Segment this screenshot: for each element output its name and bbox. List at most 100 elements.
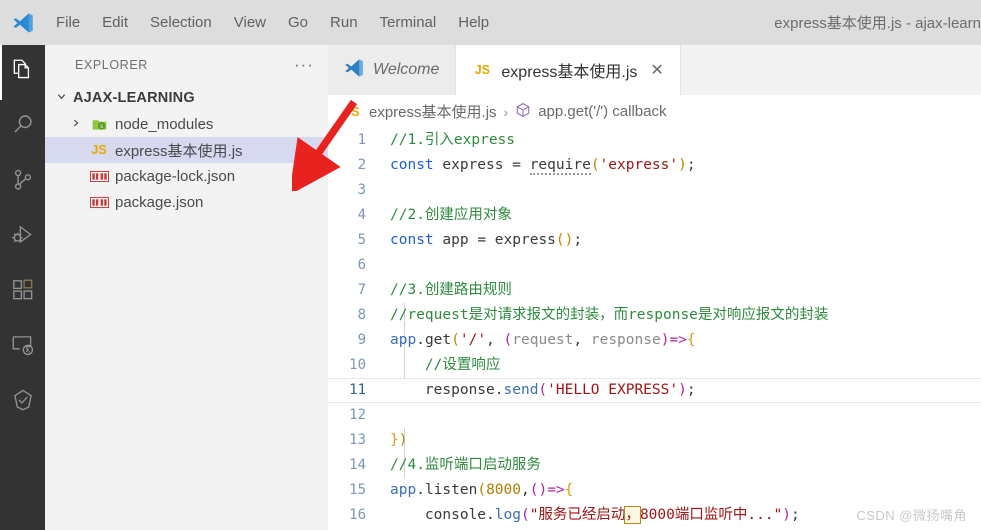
code-line-text: }) bbox=[376, 428, 407, 453]
code-token: const bbox=[390, 232, 434, 248]
code-token: //4.监听端口启动服务 bbox=[390, 457, 541, 473]
source-control-icon bbox=[10, 167, 36, 198]
code-token: => bbox=[547, 482, 565, 498]
code-token: get bbox=[424, 332, 452, 348]
tab-label: express基本使用.js bbox=[501, 64, 638, 81]
code-line-text: //4.监听端口启动服务 bbox=[376, 453, 541, 478]
tree-item-label: express基本使用.js bbox=[115, 142, 243, 160]
code-line-text: //3.创建路由规则 bbox=[376, 278, 512, 303]
code-line[interactable]: 14 //4.监听端口启动服务 bbox=[328, 453, 981, 478]
code-token: 'HELLO EXPRESS' bbox=[547, 382, 679, 398]
code-line[interactable]: 3 bbox=[328, 178, 981, 203]
activity-bar bbox=[0, 45, 45, 530]
code-token: . bbox=[486, 507, 495, 523]
code-token: listen bbox=[424, 482, 478, 498]
activity-item-search[interactable] bbox=[0, 100, 45, 155]
line-number: 13 bbox=[349, 432, 366, 448]
activity-item-explorer[interactable] bbox=[0, 45, 45, 100]
breadcrumb-file[interactable]: express基本使用.js bbox=[369, 101, 497, 122]
svg-text:S: S bbox=[100, 124, 103, 130]
line-number: 9 bbox=[357, 332, 366, 348]
menu-item-view[interactable]: View bbox=[223, 11, 277, 34]
menu-item-edit[interactable]: Edit bbox=[91, 11, 139, 34]
menu-item-selection[interactable]: Selection bbox=[139, 11, 223, 34]
activity-item-source-control[interactable] bbox=[0, 155, 45, 210]
code-token: '/' bbox=[459, 332, 487, 348]
code-token: ) bbox=[782, 507, 792, 523]
menu-item-help[interactable]: Help bbox=[447, 11, 500, 34]
menu-item-run[interactable]: Run bbox=[319, 11, 369, 34]
code-line[interactable]: 2 const express = require('express'); bbox=[328, 153, 981, 178]
code-line[interactable]: 10 //设置响应 bbox=[328, 353, 981, 378]
code-line-text: app.get('/', (request, response)=>{ bbox=[376, 328, 696, 353]
code-line-text: //1.引入express bbox=[376, 128, 515, 153]
menu-item-terminal[interactable]: Terminal bbox=[369, 11, 448, 34]
code-token: const bbox=[390, 157, 434, 173]
window-title: express基本使用.js - ajax-learn bbox=[774, 15, 981, 32]
activity-item-testing[interactable] bbox=[0, 375, 45, 430]
breadcrumb-symbol[interactable]: app.get('/') callback bbox=[538, 103, 666, 120]
code-line[interactable]: 7 //3.创建路由规则 bbox=[328, 278, 981, 303]
code-token: ( bbox=[503, 332, 513, 348]
code-token: ， bbox=[624, 506, 641, 524]
code-token: app bbox=[442, 232, 469, 248]
line-number: 11 bbox=[349, 382, 366, 398]
code-token: . bbox=[416, 482, 425, 498]
code-line[interactable]: 1 //1.引入express bbox=[328, 128, 981, 153]
breadcrumb: JS express基本使用.js › app.get('/') callbac… bbox=[328, 95, 981, 128]
tab-bar-filler bbox=[680, 45, 981, 95]
code-token: , bbox=[573, 332, 591, 348]
line-number: 1 bbox=[357, 132, 366, 148]
code-line-text: //2.创建应用对象 bbox=[376, 203, 512, 228]
tree-item-package-json[interactable]: package.json bbox=[45, 189, 328, 215]
editor-tab-bar: Welcome JS express基本使用.js ✕ bbox=[328, 45, 981, 95]
testing-icon bbox=[10, 387, 36, 418]
tree-item-node-modules[interactable]: S node_modules bbox=[45, 111, 328, 137]
line-number: 10 bbox=[349, 357, 366, 373]
code-line[interactable]: 13}) bbox=[328, 428, 981, 453]
code-line[interactable]: 6 bbox=[328, 253, 981, 278]
code-line[interactable]: 12 bbox=[328, 403, 981, 428]
code-line-text: const app = express(); bbox=[376, 228, 582, 253]
activity-item-run-and-debug[interactable] bbox=[0, 210, 45, 265]
activity-item-extensions[interactable] bbox=[0, 265, 45, 320]
code-token: express bbox=[494, 232, 556, 248]
code-token: express bbox=[442, 157, 504, 173]
vscode-logo-icon bbox=[0, 0, 45, 45]
code-token: app bbox=[390, 332, 417, 348]
line-number: 16 bbox=[349, 507, 366, 523]
tab-express-js[interactable]: JS express基本使用.js ✕ bbox=[456, 45, 681, 95]
tree-item-package-lock-json[interactable]: package-lock.json bbox=[45, 163, 328, 189]
code-token: 8000端口监听中..." bbox=[639, 507, 783, 523]
code-token: send bbox=[503, 382, 539, 398]
tab-welcome[interactable]: Welcome bbox=[328, 45, 457, 95]
code-editor[interactable]: 1 //1.引入express 2 const express = require('… bbox=[328, 128, 981, 530]
node-folder-icon: S bbox=[89, 116, 109, 133]
close-icon[interactable]: ✕ bbox=[650, 60, 663, 80]
line-number: 5 bbox=[357, 232, 366, 248]
code-line[interactable]: 15 app.listen(8000,()=>{ bbox=[328, 478, 981, 503]
explorer-more-actions-icon[interactable]: ··· bbox=[294, 56, 314, 73]
code-line[interactable]: 5 const app = express(); bbox=[328, 228, 981, 253]
folder-root-ajax-learning[interactable]: AJAX-LEARNING bbox=[45, 85, 328, 111]
activity-item-remote-explorer[interactable] bbox=[0, 320, 45, 375]
code-token: app bbox=[390, 482, 417, 498]
breadcrumb-separator: › bbox=[503, 103, 509, 120]
code-line-text: //设置响应 bbox=[376, 353, 500, 378]
code-line-text: app.listen(8000,()=>{ bbox=[376, 478, 573, 503]
code-token: require bbox=[529, 157, 591, 175]
code-line[interactable]: 8 //request是对请求报文的封装，而response是对响应报文的封装 bbox=[328, 303, 981, 328]
code-line[interactable]: 4 //2.创建应用对象 bbox=[328, 203, 981, 228]
code-token: . bbox=[494, 382, 504, 398]
menu-item-go[interactable]: Go bbox=[277, 11, 319, 34]
run-debug-icon bbox=[10, 222, 36, 253]
menu-item-file[interactable]: File bbox=[45, 11, 91, 34]
code-token: ; bbox=[573, 232, 583, 248]
code-line[interactable]: 9 app.get('/', (request, response)=>{ bbox=[328, 328, 981, 353]
explorer-sidebar: EXPLORER ··· AJAX-LEARNING S node_module… bbox=[45, 45, 328, 530]
js-icon: JS bbox=[474, 63, 491, 77]
tree-item-express-js[interactable]: JS express基本使用.js bbox=[45, 137, 328, 163]
line-number: 12 bbox=[349, 407, 366, 423]
code-line[interactable]: 11 response.send('HELLO EXPRESS'); bbox=[328, 378, 981, 403]
